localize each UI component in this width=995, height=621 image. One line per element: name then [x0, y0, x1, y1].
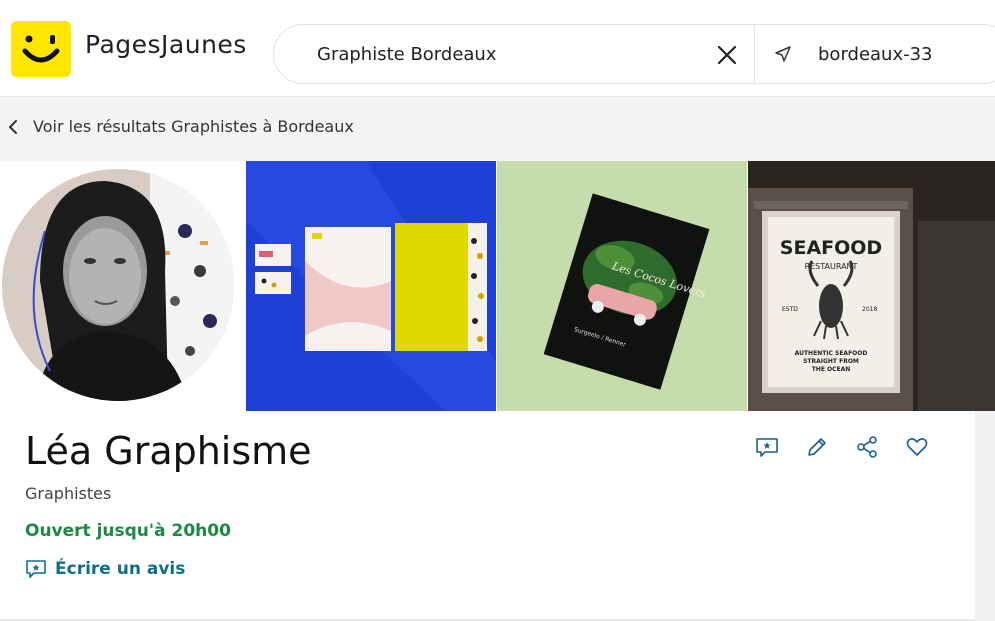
search-bar	[273, 24, 995, 84]
search-divider	[754, 25, 755, 83]
action-icons	[755, 435, 929, 459]
business-name: Léa Graphisme	[25, 429, 312, 473]
location-arrow-icon	[773, 44, 793, 64]
review-icon	[26, 560, 46, 578]
search-input[interactable]	[317, 25, 697, 83]
business-info: Léa Graphisme Graphistes Ouvert jusqu'à …	[0, 411, 975, 621]
scroll-gutter	[975, 411, 995, 621]
heart-icon[interactable]	[905, 435, 929, 459]
logo-smile-icon[interactable]	[11, 21, 71, 77]
gallery-photo-poster[interactable]: Les Cocos Lovers Surgeelo / Renner	[497, 161, 747, 411]
location-input[interactable]	[818, 25, 995, 83]
review-icon[interactable]	[755, 435, 779, 459]
sign-tagline-1: AUTHENTIC SEAFOOD	[795, 350, 868, 357]
close-icon[interactable]	[715, 43, 739, 67]
gallery-photo-portrait[interactable]	[0, 161, 245, 411]
back-bar: Voir les résultats Graphistes à Bordeaux	[0, 97, 995, 161]
sign-tagline-3: THE OCEAN	[812, 366, 851, 373]
pencil-icon[interactable]	[805, 435, 829, 459]
write-review-link[interactable]: Écrire un avis	[25, 559, 185, 579]
opening-status[interactable]: Ouvert jusqu'à 20h00	[25, 521, 231, 541]
back-to-results-link[interactable]: Voir les résultats Graphistes à Bordeaux	[7, 117, 354, 136]
gallery-photo-stationery[interactable]	[246, 161, 496, 411]
sign-tagline-2: STRAIGHT FROM	[803, 358, 859, 365]
gallery-photo-seafood-sign[interactable]: SEAFOOD RESTAURANT ESTD 2018 AUTHENTIC S…	[748, 161, 995, 411]
sign-title: SEAFOOD	[780, 237, 882, 259]
photo-gallery: Les Cocos Lovers Surgeelo / Renner SEAFO…	[0, 161, 995, 411]
chevron-left-icon	[9, 119, 17, 134]
header: PagesJaunes	[0, 0, 995, 97]
write-review-label: Écrire un avis	[55, 559, 186, 579]
share-icon[interactable]	[855, 435, 879, 459]
business-category[interactable]: Graphistes	[25, 484, 111, 503]
brand-name[interactable]: PagesJaunes	[85, 30, 247, 59]
back-link-label: Voir les résultats Graphistes à Bordeaux	[33, 117, 354, 136]
sign-estd: ESTD	[782, 306, 798, 313]
sign-year: 2018	[862, 306, 877, 313]
